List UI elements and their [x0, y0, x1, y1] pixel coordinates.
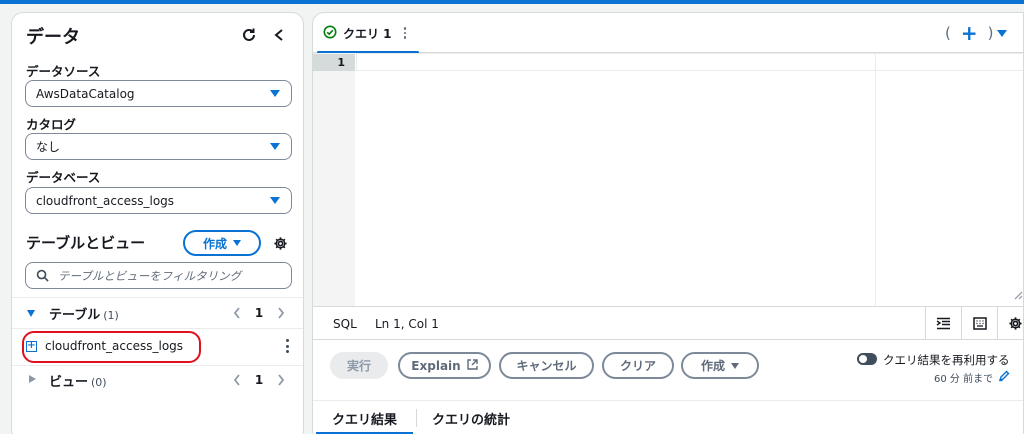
- data-source-value: AwsDataCatalog: [36, 86, 135, 101]
- tables-views-title: テーブルとビュー: [26, 234, 146, 252]
- tables-pagination: 1: [229, 305, 289, 321]
- editor-status-bar: SQL Ln 1, Col 1: [313, 306, 1023, 340]
- top-accent-bar: [0, 0, 1024, 4]
- catalog-label: カタログ: [26, 117, 77, 132]
- query-action-bar: 実行 Explain キャンセル クリア 作成 クエリ結果を再利用する 60 分…: [313, 340, 1023, 386]
- query-tab-strip: クエリ 1 ( + ): [313, 13, 1023, 54]
- expand-down-icon[interactable]: [27, 310, 35, 317]
- next-page-icon[interactable]: [273, 305, 289, 321]
- database-value: cloudfront_access_logs: [36, 193, 175, 208]
- views-count: (0): [91, 375, 107, 389]
- format-query-icon[interactable]: [925, 307, 961, 340]
- clear-button[interactable]: クリア: [602, 352, 674, 379]
- active-line[interactable]: [356, 53, 1023, 71]
- add-tab-icon[interactable]: +: [961, 21, 978, 45]
- views-group-row[interactable]: ビュー (0) 1: [12, 366, 303, 394]
- sql-editor[interactable]: 1: [313, 53, 1023, 306]
- open-paren: (: [945, 24, 951, 42]
- keyboard-icon[interactable]: [961, 307, 997, 340]
- caret-down-icon: [233, 240, 241, 246]
- external-link-icon: [467, 358, 478, 373]
- create-button[interactable]: 作成: [183, 230, 261, 256]
- edit-pencil-icon[interactable]: [998, 370, 1010, 385]
- refresh-icon[interactable]: [239, 25, 259, 45]
- status-language: SQL: [333, 317, 357, 331]
- table-actions-menu-icon[interactable]: [284, 339, 290, 353]
- views-group-label: ビュー (0): [49, 374, 107, 390]
- resize-handle-icon[interactable]: [1014, 285, 1023, 304]
- tables-group-label: テーブル (1): [49, 307, 119, 323]
- explain-button-label: Explain: [411, 358, 461, 373]
- prev-page-icon[interactable]: [229, 372, 245, 388]
- tab-query-1[interactable]: クエリ 1: [313, 13, 419, 54]
- reuse-results-label: クエリ結果を再利用する: [883, 353, 1010, 367]
- run-button-label: 実行: [346, 359, 371, 373]
- reuse-duration-text: 60 分 前まで: [934, 374, 994, 385]
- editor-settings-gear-icon[interactable]: [997, 307, 1023, 340]
- settings-gear-icon[interactable]: [270, 233, 290, 253]
- clear-button-label: クリア: [619, 359, 656, 373]
- explain-button[interactable]: Explain: [398, 352, 491, 379]
- create-query-button[interactable]: 作成: [681, 352, 759, 379]
- divider: [12, 328, 303, 329]
- create-query-button-label: 作成: [700, 359, 725, 373]
- tab-options-caret-icon[interactable]: [997, 29, 1008, 37]
- caret-down-icon: [270, 143, 280, 150]
- data-source-label: データソース: [26, 64, 101, 79]
- query-editor-panel: クエリ 1 ( + ) 1 SQL Ln 1, Col 1 実行 Explain…: [312, 12, 1024, 434]
- status-cursor-position: Ln 1, Col 1: [375, 317, 439, 331]
- caret-down-icon: [270, 197, 280, 204]
- highlight-annotation: [22, 331, 201, 363]
- views-page-number[interactable]: 1: [245, 373, 273, 387]
- tab-separator: [416, 409, 417, 427]
- collapse-panel-icon[interactable]: [269, 25, 289, 45]
- run-button[interactable]: 実行: [330, 352, 388, 379]
- expand-right-icon[interactable]: [29, 375, 36, 383]
- table-filter-input[interactable]: [58, 268, 291, 283]
- tables-group-row[interactable]: テーブル (1) 1: [12, 299, 303, 327]
- editor-gutter: [313, 53, 355, 306]
- views-pagination: 1: [229, 372, 289, 388]
- tables-count: (1): [103, 308, 119, 322]
- next-page-icon[interactable]: [273, 372, 289, 388]
- create-button-label: 作成: [202, 236, 227, 251]
- cancel-button[interactable]: キャンセル: [499, 352, 594, 379]
- prev-page-icon[interactable]: [229, 305, 245, 321]
- divider: [12, 297, 303, 298]
- database-select[interactable]: cloudfront_access_logs: [25, 187, 292, 214]
- reuse-results-toggle[interactable]: [857, 353, 877, 365]
- close-paren: ): [987, 24, 994, 42]
- line-number: 1: [313, 54, 355, 71]
- database-label: データベース: [26, 170, 101, 185]
- query-tab-label: クエリ 1: [343, 26, 392, 41]
- panel-title: データ: [26, 27, 80, 48]
- tables-page-number[interactable]: 1: [245, 306, 273, 320]
- data-panel: データ データソース AwsDataCatalog カタログ なし データベース…: [11, 12, 304, 434]
- caret-down-icon: [270, 90, 280, 97]
- reuse-results-duration: 60 分 前まで: [934, 370, 1010, 385]
- caret-down-icon: [731, 362, 739, 369]
- tab-query-results[interactable]: クエリ結果: [316, 401, 413, 434]
- catalog-select[interactable]: なし: [25, 133, 292, 160]
- check-circle-icon: [323, 25, 337, 42]
- data-source-select[interactable]: AwsDataCatalog: [25, 80, 292, 107]
- print-margin: [875, 53, 876, 306]
- catalog-value: なし: [36, 140, 61, 154]
- tab-query-stats[interactable]: クエリの統計: [432, 401, 532, 434]
- result-tabs: クエリ結果 クエリの統計: [313, 400, 1023, 434]
- cancel-button-label: キャンセル: [516, 359, 577, 373]
- search-icon: [36, 269, 49, 285]
- tab-add-controls: ( + ): [945, 21, 1008, 45]
- table-filter-field[interactable]: [25, 262, 292, 289]
- tab-menu-icon[interactable]: [403, 27, 407, 39]
